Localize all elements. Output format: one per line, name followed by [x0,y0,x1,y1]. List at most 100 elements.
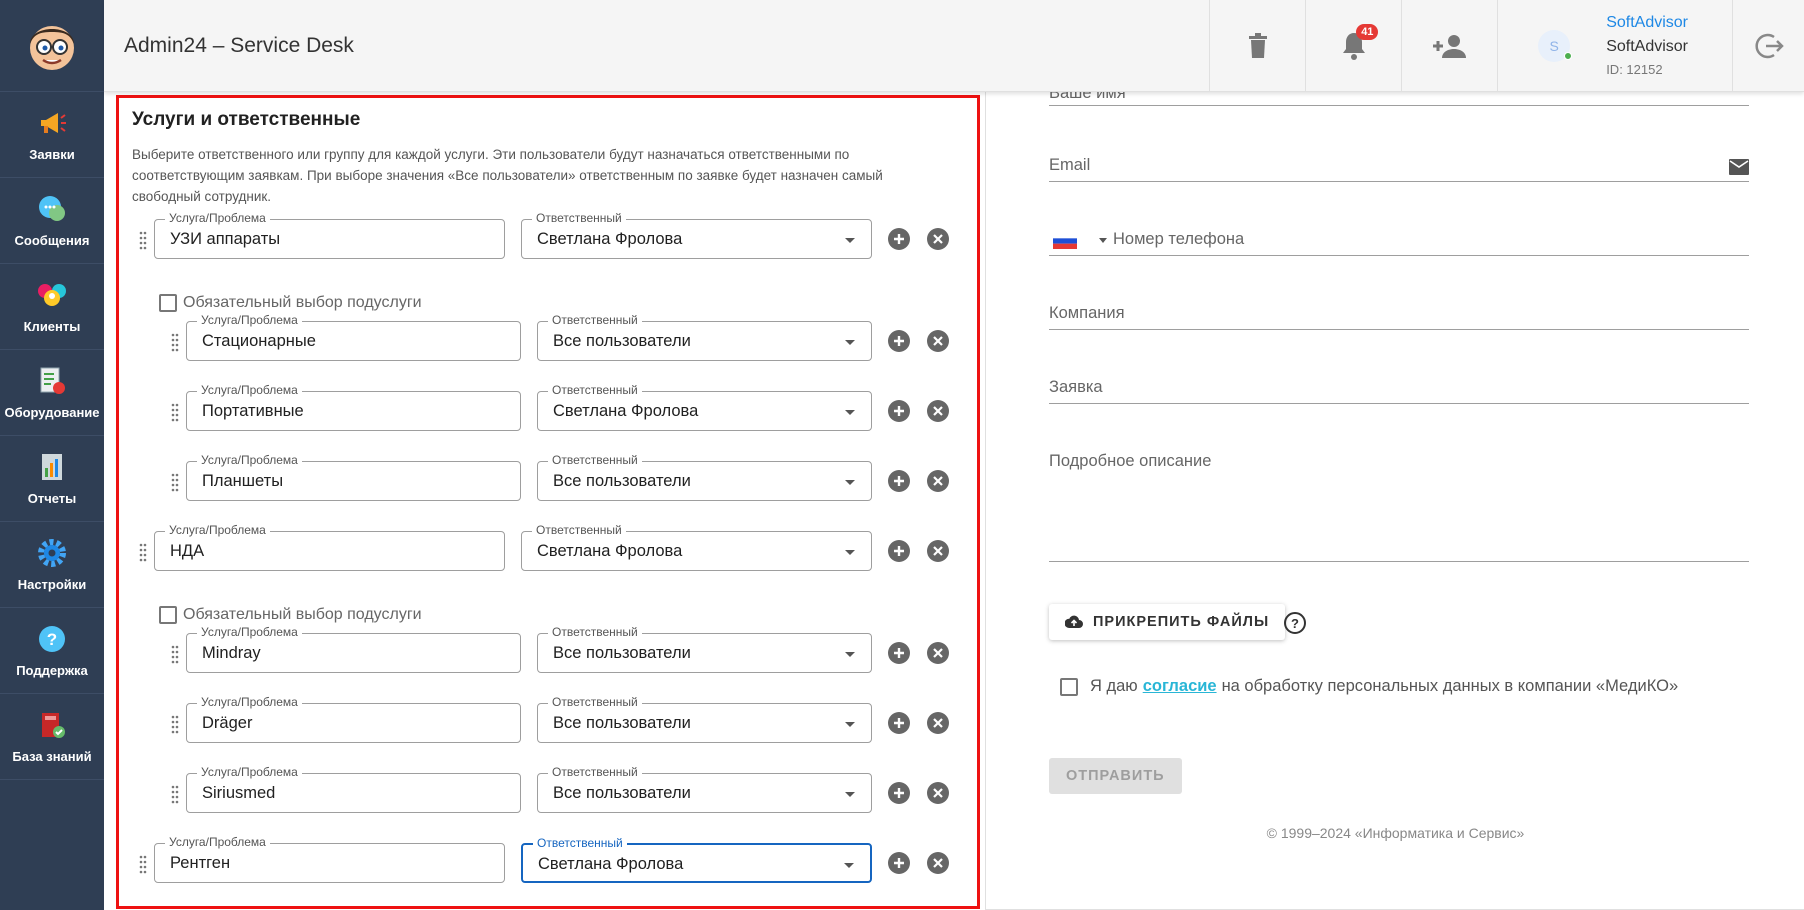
close-icon [933,406,943,416]
mascot-logo-icon [30,25,74,70]
consent-checkbox[interactable] [1060,677,1078,696]
russia-flag-icon[interactable] [1053,233,1077,249]
service-input[interactable]: Услуга/Проблема Рентген [154,835,505,883]
mandatory-subservice-option[interactable]: Обязательный выбор подуслуги [159,606,422,624]
logout-icon [1754,33,1784,58]
close-icon [933,234,943,244]
remove-service-button[interactable] [927,712,949,734]
notifications-button[interactable]: 41 [1305,0,1401,92]
user-link[interactable]: SoftAdvisor [1606,14,1688,32]
add-user-button[interactable] [1401,0,1497,92]
add-subservice-button[interactable] [888,400,910,422]
service-input[interactable]: Услуга/Проблема Планшеты [186,453,521,501]
checkbox-label: Обязательный выбор подуслуги [183,606,422,623]
add-subservice-button[interactable] [888,470,910,492]
consent-link[interactable]: согласие [1143,677,1217,696]
email-field[interactable]: Email [1049,156,1749,182]
add-subservice-button[interactable] [888,852,910,874]
request-field[interactable]: Заявка [1049,378,1749,404]
field-label: Услуга/Проблема [197,313,302,327]
trash-button[interactable] [1209,0,1305,92]
request-form-preview: Ваше имя Email Номер телефона Компания З… [985,84,1804,910]
dropdown-caret-icon [845,652,855,657]
responsible-select[interactable]: Ответственный Все пользователи [537,765,872,813]
add-subservice-button[interactable] [888,712,910,734]
drag-handle-icon[interactable] [171,403,179,423]
user-id: ID: 12152 [1606,62,1663,77]
company-label: Компания [1049,304,1125,322]
help-icon[interactable]: ? [1284,612,1306,634]
logout-button[interactable] [1732,0,1804,92]
service-input[interactable]: Услуга/Проблема Dräger [186,695,521,743]
trash-icon [1248,32,1267,58]
drag-handle-icon[interactable] [139,543,147,563]
service-input[interactable]: Услуга/Проблема Siriusmed [186,765,521,813]
service-input[interactable]: Услуга/Проблема УЗИ аппараты [154,211,505,259]
mandatory-subservice-option[interactable]: Обязательный выбор подуслуги [159,294,422,312]
sidebar-item-messages[interactable]: Сообщения [0,178,104,264]
remove-service-button[interactable] [927,228,949,250]
add-subservice-button[interactable] [888,642,910,664]
service-value: Рентген [170,854,231,872]
sidebar-item-settings[interactable]: Настройки [0,522,104,608]
drag-handle-icon[interactable] [139,231,147,251]
country-dropdown-caret-icon[interactable] [1099,238,1107,243]
remove-service-button[interactable] [927,642,949,664]
drag-handle-icon[interactable] [139,855,147,875]
attach-files-button[interactable]: ПРИКРЕПИТЬ ФАЙЛЫ [1049,604,1286,640]
field-label: Ответственный [548,453,642,467]
notification-count-badge: 41 [1356,23,1379,40]
remove-service-button[interactable] [927,852,949,874]
close-icon [933,858,943,868]
app-logo[interactable] [0,0,104,92]
avatar[interactable]: S [1538,29,1573,62]
remove-service-button[interactable] [927,400,949,422]
sidebar-item-label: Клиенты [23,319,81,334]
sidebar-item-knowledge-base[interactable]: База знаний [0,694,104,780]
drag-handle-icon[interactable] [171,785,179,805]
subservice-row: Услуга/Проблема Mindray Ответственный Вс… [119,625,977,675]
company-field[interactable]: Компания [1049,304,1749,330]
drag-handle-icon[interactable] [171,473,179,493]
sidebar-item-equipment[interactable]: Оборудование [0,350,104,436]
responsible-select[interactable]: Ответственный Все пользователи [537,313,872,361]
responsible-select[interactable]: Ответственный Светлана Фролова [521,836,872,883]
sidebar-item-support[interactable]: ? Поддержка [0,608,104,694]
add-subservice-button[interactable] [888,782,910,804]
remove-service-button[interactable] [927,470,949,492]
remove-service-button[interactable] [927,330,949,352]
drag-handle-icon[interactable] [171,333,179,353]
responsible-select[interactable]: Ответственный Светлана Фролова [521,211,872,259]
remove-service-button[interactable] [927,782,949,804]
service-row: Услуга/Проблема НДА Ответственный Светла… [119,523,977,573]
add-subservice-button[interactable] [888,228,910,250]
request-label: Заявка [1049,378,1103,396]
mandatory-subservice-checkbox[interactable] [159,606,177,624]
phone-field[interactable]: Номер телефона [1049,230,1749,256]
service-input[interactable]: Услуга/Проблема Mindray [186,625,521,673]
responsible-select[interactable]: Ответственный Светлана Фролова [537,383,872,431]
remove-service-button[interactable] [927,540,949,562]
chat-icon [36,193,68,225]
service-input[interactable]: Услуга/Проблема Стационарные [186,313,521,361]
sidebar-item-requests[interactable]: Заявки [0,92,104,178]
description-field[interactable]: Подробное описание [1049,452,1749,562]
drag-handle-icon[interactable] [171,645,179,665]
service-input[interactable]: Услуга/Проблема НДА [154,523,505,571]
sidebar-item-reports[interactable]: Отчеты [0,436,104,522]
copyright-text: © 1999–2024 «Информатика и Сервис» [1266,825,1525,841]
sidebar-item-clients[interactable]: Клиенты [0,264,104,350]
megaphone-icon [36,107,68,139]
user-profile[interactable]: S SoftAdvisor SoftAdvisor ID: 12152 [1497,0,1732,92]
add-subservice-button[interactable] [888,540,910,562]
submit-button[interactable]: ОТПРАВИТЬ [1049,758,1182,794]
responsible-select[interactable]: Ответственный Все пользователи [537,695,872,743]
add-subservice-button[interactable] [888,330,910,352]
responsible-select[interactable]: Ответственный Светлана Фролова [521,523,872,571]
online-status-dot [1564,51,1573,60]
responsible-select[interactable]: Ответственный Все пользователи [537,453,872,501]
service-input[interactable]: Услуга/Проблема Портативные [186,383,521,431]
mandatory-subservice-checkbox[interactable] [159,294,177,312]
responsible-select[interactable]: Ответственный Все пользователи [537,625,872,673]
drag-handle-icon[interactable] [171,715,179,735]
